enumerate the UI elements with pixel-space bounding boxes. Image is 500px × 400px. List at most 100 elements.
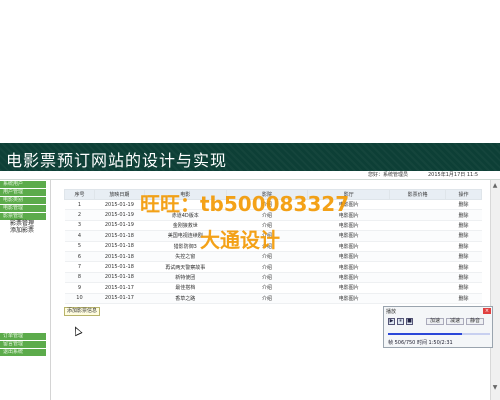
cell-hall[interactable]: 电影图片 bbox=[307, 282, 390, 294]
cell-price bbox=[389, 272, 446, 284]
header-price: 影票价格 bbox=[389, 189, 447, 200]
cell-index: 1 bbox=[64, 199, 95, 211]
cell-cinema[interactable]: 介绍 bbox=[226, 272, 308, 284]
cell-cinema[interactable]: 介绍 bbox=[226, 209, 308, 221]
cell-price bbox=[389, 261, 446, 273]
cell-index: 9 bbox=[64, 282, 95, 294]
play-icon[interactable]: ▶ bbox=[388, 318, 395, 325]
cell-cinema[interactable]: 介绍 bbox=[226, 282, 308, 294]
table-row: 9 2015-01-17 最佳搭档 介绍 电影图片 删除 bbox=[64, 282, 482, 294]
cell-movie: 再试两天警察故事 bbox=[144, 261, 227, 273]
cell-movie: 美国电视连续剧 bbox=[144, 230, 227, 242]
cell-hall[interactable]: 电影图片 bbox=[307, 251, 390, 263]
table-row: 4 2015-01-18 美国电视连续剧 介绍 电影图片 删除 bbox=[64, 230, 482, 242]
cell-hall[interactable]: 电影图片 bbox=[307, 199, 390, 211]
cell-movie: 失控之窗 bbox=[144, 251, 227, 263]
cell-action[interactable]: 删除 bbox=[445, 241, 482, 252]
cell-price bbox=[389, 251, 446, 263]
cell-hall[interactable]: 电影图片 bbox=[307, 272, 390, 284]
cell-price bbox=[389, 199, 446, 211]
player-status: 帧 506/750 时间 1:50/2:31 bbox=[388, 340, 453, 346]
table-row: 7 2015-01-18 再试两天警察故事 介绍 电影图片 删除 bbox=[64, 261, 482, 273]
scroll-down-icon[interactable]: ▼ bbox=[491, 384, 499, 392]
sidebar-item-ticket-management[interactable]: 影票管理 bbox=[0, 213, 46, 220]
sidebar-item-movie-management[interactable]: 电影管理 bbox=[0, 205, 46, 212]
cell-action[interactable]: 删除 bbox=[445, 209, 482, 221]
cell-movie: 香草之路 bbox=[144, 293, 227, 304]
cell-show-date: 2015-01-19 bbox=[94, 220, 145, 232]
cell-action[interactable]: 删除 bbox=[445, 251, 482, 263]
header-show-date: 放映日期 bbox=[93, 189, 145, 200]
sidebar-item-logout[interactable]: 退出系统 bbox=[0, 349, 46, 356]
sidebar-subitem-add-ticket[interactable]: 添加影票 bbox=[0, 227, 50, 234]
cell-hall[interactable]: 电影图片 bbox=[307, 220, 390, 232]
cell-action[interactable]: 删除 bbox=[445, 282, 482, 294]
sidebar-item-system-users[interactable]: 系统用户 bbox=[0, 181, 46, 188]
cell-action[interactable]: 删除 bbox=[445, 230, 482, 242]
speed-up-button[interactable]: 加速 bbox=[426, 318, 445, 325]
cell-cinema[interactable]: 介绍 bbox=[226, 251, 308, 263]
cell-action[interactable]: 删除 bbox=[445, 220, 482, 232]
cell-action[interactable]: 删除 bbox=[445, 293, 482, 304]
header-hall: 影厅 bbox=[307, 189, 391, 200]
sidebar-item-movie-categories[interactable]: 电影类别 bbox=[0, 197, 46, 204]
cell-action[interactable]: 删除 bbox=[445, 272, 482, 284]
cell-action[interactable]: 删除 bbox=[445, 261, 482, 273]
cell-cinema[interactable]: 介绍 bbox=[226, 293, 308, 304]
cell-show-date: 2015-01-18 bbox=[94, 251, 145, 263]
cell-hall[interactable]: 电影图片 bbox=[307, 230, 390, 242]
cell-cinema[interactable]: 介绍 bbox=[226, 220, 308, 232]
sidebar-bottom: 订单管理 留言管理 退出系统 bbox=[0, 332, 50, 356]
sidebar-item-orders[interactable]: 订单管理 bbox=[0, 333, 46, 340]
cell-show-date: 2015-01-17 bbox=[94, 282, 145, 294]
header-movie: 电影 bbox=[143, 189, 227, 200]
cell-show-date: 2015-01-17 bbox=[94, 293, 145, 304]
close-icon[interactable]: × bbox=[483, 308, 491, 314]
cell-price bbox=[389, 293, 446, 304]
playback-progress-bar[interactable] bbox=[388, 333, 490, 335]
slow-down-button[interactable]: 减速 bbox=[446, 318, 465, 325]
cell-index: 4 bbox=[64, 230, 95, 242]
table-row: 1 2015-01-19 介绍 电影图片 删除 bbox=[64, 199, 482, 211]
cell-movie: 最佳搭档 bbox=[144, 282, 227, 294]
cell-movie bbox=[144, 199, 227, 211]
table-row: 5 2015-01-18 猎影防御3 介绍 电影图片 删除 bbox=[64, 241, 482, 252]
cell-cinema[interactable]: 介绍 bbox=[226, 199, 308, 211]
cell-cinema[interactable]: 介绍 bbox=[226, 230, 308, 242]
add-ticket-button[interactable]: 添加影票信息 bbox=[64, 307, 101, 316]
cell-show-date: 2015-01-18 bbox=[94, 272, 145, 284]
user-role: 您好：系统管理员 bbox=[368, 172, 409, 178]
cell-price bbox=[389, 220, 446, 232]
pause-icon[interactable]: ⏸ bbox=[397, 318, 404, 325]
player-title: 播放 bbox=[386, 309, 397, 315]
cell-movie: 赤道4D版本 bbox=[144, 209, 227, 221]
cell-hall[interactable]: 电影图片 bbox=[307, 293, 390, 304]
sidebar-subitem-ticket-management[interactable]: 影票管理 bbox=[0, 220, 50, 227]
scroll-up-icon[interactable]: ▲ bbox=[491, 182, 499, 190]
cell-movie: 猎影防御3 bbox=[144, 241, 227, 252]
table-row: 6 2015-01-18 失控之窗 介绍 电影图片 删除 bbox=[64, 251, 482, 263]
cell-hall[interactable]: 电影图片 bbox=[307, 261, 390, 273]
mute-button[interactable]: 静音 bbox=[466, 318, 485, 325]
cell-cinema[interactable]: 介绍 bbox=[226, 261, 308, 273]
cell-hall[interactable]: 电影图片 bbox=[307, 209, 390, 221]
ticket-table: 序号 放映日期 电影 影院 影厅 影票价格 操作 1 2015-01-19 介绍 电影… bbox=[64, 189, 482, 304]
cell-hall[interactable]: 电影图片 bbox=[307, 241, 390, 252]
cell-index: 2 bbox=[64, 209, 95, 221]
cell-price bbox=[389, 282, 446, 294]
cell-index: 6 bbox=[64, 251, 95, 263]
table-row: 10 2015-01-17 香草之路 介绍 电影图片 删除 bbox=[64, 293, 482, 304]
sidebar-item-user-management[interactable]: 用户管理 bbox=[0, 189, 46, 196]
playback-progress-fill bbox=[388, 333, 463, 335]
cell-index: 8 bbox=[64, 272, 95, 284]
sidebar: 系统用户 用户管理 电影类别 电影管理 影票管理 影票管理 添加影票 bbox=[0, 180, 50, 400]
stop-icon[interactable]: ■ bbox=[406, 318, 413, 325]
vertical-scrollbar[interactable] bbox=[490, 180, 500, 400]
header-banner: 电影票预订网站的设计与实现 bbox=[0, 143, 500, 171]
sidebar-item-messages[interactable]: 留言管理 bbox=[0, 341, 46, 348]
cell-cinema[interactable]: 介绍 bbox=[226, 241, 308, 252]
table-row: 8 2015-01-18 新特使团 介绍 电影图片 删除 bbox=[64, 272, 482, 284]
header-action: 操作 bbox=[445, 189, 482, 200]
cell-action[interactable]: 删除 bbox=[445, 199, 482, 211]
cell-movie: 金刚狼救世 bbox=[144, 220, 227, 232]
